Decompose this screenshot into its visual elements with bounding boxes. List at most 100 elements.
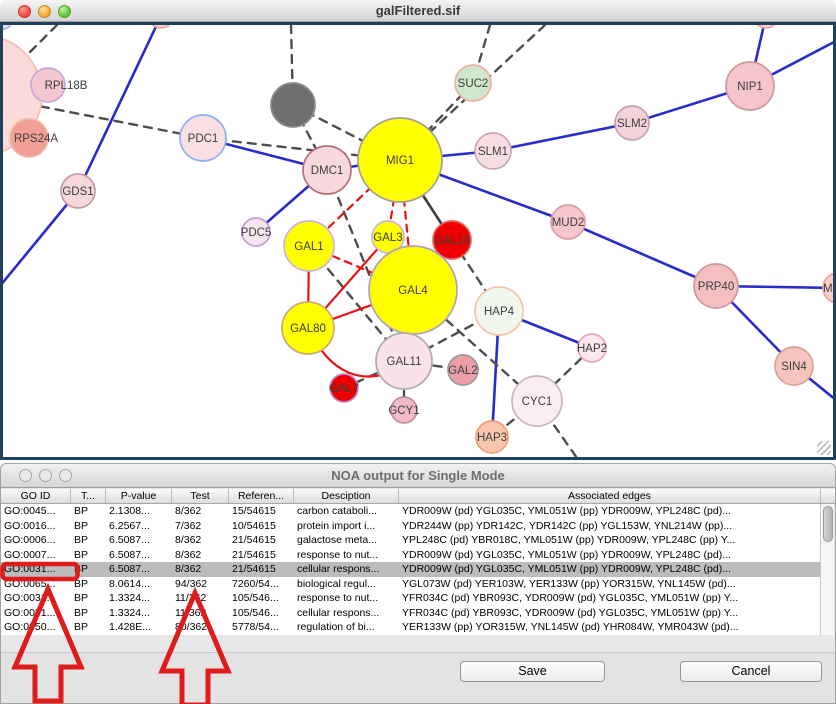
network-node-label: DMC1: [311, 165, 344, 177]
table-cell: 6.5087...: [106, 533, 172, 548]
table-cell: 8.0614...: [106, 577, 172, 592]
network-edge: [78, 25, 161, 191]
table-row[interactable]: GO:0045...BP2.1308...8/36215/54615carbon…: [1, 504, 821, 519]
table-cell: biological regul...: [294, 577, 399, 592]
header-cell-go-id[interactable]: GO ID: [1, 489, 71, 503]
noa-window-title: NOA output for Single Mode: [1, 464, 835, 488]
table-cell: 6.5087...: [106, 562, 172, 577]
table-row[interactable]: GO:0016...BP6.2567...7/36210/54615protei…: [1, 519, 821, 534]
table-cell: BP: [71, 591, 106, 606]
table-cell: GO:0006...: [1, 533, 71, 548]
network-node-GRAY1[interactable]: [271, 83, 315, 127]
table-body: GO:0045...BP2.1308...8/36215/54615carbon…: [1, 504, 821, 635]
table-row[interactable]: GO:0031...BP1.3324...11/362105/546...cel…: [1, 606, 821, 621]
table-cell: YPL248C (pd) YBR018C, YML051W (pp) YDR00…: [399, 533, 821, 548]
table-cell: BP: [71, 519, 106, 534]
header-cell-p-value[interactable]: P-value: [106, 489, 172, 503]
table-cell: 7260/54...: [229, 577, 294, 592]
table-cell: galactose meta...: [294, 533, 399, 548]
table-row[interactable]: GO:0050...BP1.428E...80/3625778/54...reg…: [1, 620, 821, 635]
network-node-label: NIP1: [737, 81, 763, 93]
table-cell: GO:0045...: [1, 504, 71, 519]
table-cell: YDR009W (pd) YGL035C, YML051W (pp) YDR00…: [399, 504, 821, 519]
table-cell: 7/362: [172, 519, 229, 534]
table-header: GO IDT...P-valueTestReferen...Desciption…: [1, 489, 835, 504]
header-cell-desciption[interactable]: Desciption: [294, 489, 399, 503]
network-node-label: MIG1: [386, 155, 414, 167]
table-row[interactable]: GO:0031...BP6.5087...8/36221/54615cellul…: [1, 562, 821, 577]
table-empty-area: [1, 635, 835, 653]
table-cell: YFR034C (pd) YBR093C, YDR009W (pd) YGL03…: [399, 606, 821, 621]
table-cell: regulation of bi...: [294, 620, 399, 635]
table-cell: 21/54615: [229, 562, 294, 577]
resize-grip[interactable]: [817, 441, 831, 455]
network-node-TP2[interactable]: [754, 25, 778, 28]
table-row[interactable]: GO:0031...BP1.3324...11/362105/546...res…: [1, 591, 821, 606]
network-node-label: HAP2: [577, 343, 607, 355]
network-node-label: GAL1: [294, 241, 323, 253]
table-cell: carbon cataboli...: [294, 504, 399, 519]
table-cell: cellular respons...: [294, 562, 399, 577]
network-node-label: GAL4: [398, 285, 428, 297]
table-cell: 105/546...: [229, 606, 294, 621]
network-node-label: PDC5: [241, 227, 272, 239]
network-node-label: RPS24A: [14, 133, 58, 145]
network-node-label: RPL18B: [45, 80, 88, 92]
scrollbar-thumb[interactable]: [823, 506, 833, 542]
network-node-label: GAL11: [387, 356, 422, 368]
table-cell: BP: [71, 562, 106, 577]
table-row[interactable]: GO:0007...BP6.5087...8/36221/54615respon…: [1, 548, 821, 563]
table-scrollbar[interactable]: [820, 504, 834, 635]
table-cell: GO:0050...: [1, 620, 71, 635]
table-cell: YDR244W (pp) YDR142C, YDR142C (pp) YGL15…: [399, 519, 821, 534]
table-cell: 8/362: [172, 548, 229, 563]
network-node-label: MSL1: [823, 283, 833, 295]
table-cell: 8/362: [172, 533, 229, 548]
table-row[interactable]: GO:0065...BP8.0614...94/3627260/54...bio…: [1, 577, 821, 592]
network-canvas[interactable]: RPL18BRPS24AGDS1PDC1DMC1MIG1SUC2SLM1SLM2…: [3, 25, 833, 457]
network-node-TP1[interactable]: [149, 25, 173, 28]
table-cell: GO:0065...: [1, 577, 71, 592]
table-cell: 1.3324...: [106, 591, 172, 606]
table-cell: response to nut...: [294, 591, 399, 606]
table-cell: 10/54615: [229, 519, 294, 534]
network-node-label: GAL7: [329, 383, 358, 395]
network-node-label: MUD2: [552, 217, 585, 229]
header-cell-test[interactable]: Test: [172, 489, 229, 503]
table-cell: GO:0007...: [1, 548, 71, 563]
table-cell: BP: [71, 548, 106, 563]
network-edge: [493, 123, 632, 151]
table-cell: 15/54615: [229, 504, 294, 519]
table-cell: protein import i...: [294, 519, 399, 534]
network-node-label: PRP40: [698, 281, 734, 293]
network-node-CORNER[interactable]: [3, 25, 12, 29]
network-window-title: galFiltered.sif: [0, 0, 836, 22]
network-node-label: SLM1: [478, 146, 508, 158]
table-cell: BP: [71, 504, 106, 519]
network-node-label: GAL10: [434, 235, 470, 247]
table-cell: 105/546...: [229, 591, 294, 606]
network-view: RPL18BRPS24AGDS1PDC1DMC1MIG1SUC2SLM1SLM2…: [0, 22, 836, 460]
network-window-titlebar[interactable]: galFiltered.sif: [0, 0, 836, 22]
table-cell: 21/54615: [229, 548, 294, 563]
table-cell: 21/54615: [229, 533, 294, 548]
table-cell: BP: [71, 533, 106, 548]
network-node-label: CYC1: [522, 396, 553, 408]
table-cell: 8/362: [172, 562, 229, 577]
table-cell: GO:0031...: [1, 606, 71, 621]
header-cell-referen[interactable]: Referen...: [229, 489, 294, 503]
table-cell: 1.428E...: [106, 620, 172, 635]
network-node-label: SUC2: [458, 78, 489, 90]
header-cell-associated-edges[interactable]: Associated edges: [399, 489, 821, 503]
table-row[interactable]: GO:0006...BP6.5087...8/36221/54615galact…: [1, 533, 821, 548]
table-cell: YDR009W (pd) YGL035C, YML051W (pp) YDR00…: [399, 548, 821, 563]
cancel-button[interactable]: Cancel: [680, 661, 822, 682]
table-cell: YGL073W (pd) YER103W, YER133W (pp) YOR31…: [399, 577, 821, 592]
noa-window-titlebar[interactable]: NOA output for Single Mode: [1, 464, 835, 488]
save-button[interactable]: Save: [460, 661, 605, 682]
table-cell: response to nut...: [294, 548, 399, 563]
network-node-label: GAL3: [373, 232, 402, 244]
table-cell: BP: [71, 620, 106, 635]
header-cell-t[interactable]: T...: [71, 489, 106, 503]
network-edge: [568, 222, 716, 286]
